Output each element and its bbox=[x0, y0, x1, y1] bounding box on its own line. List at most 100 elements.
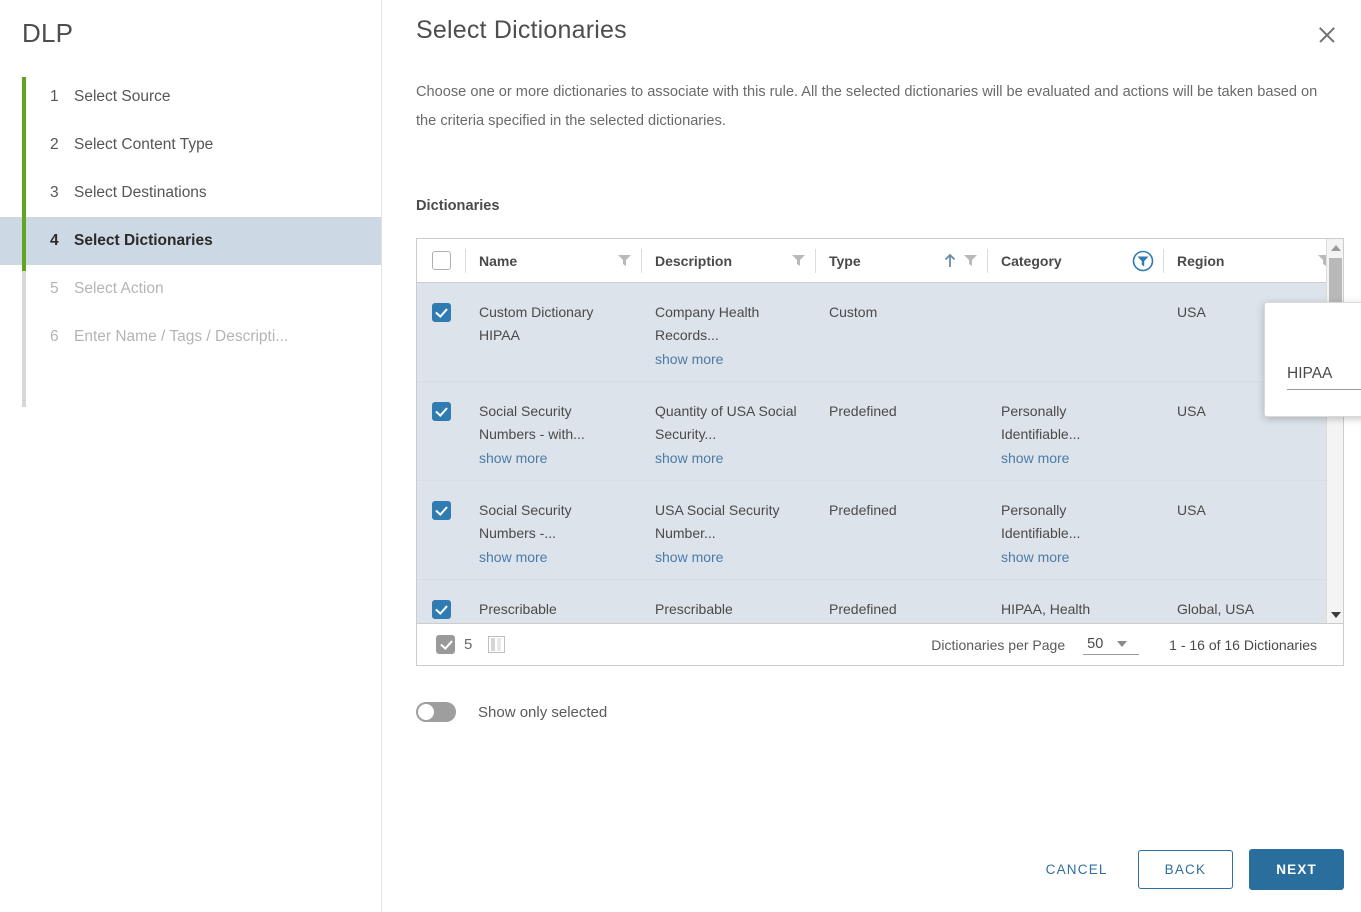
funnel-icon[interactable] bbox=[964, 255, 977, 266]
column-header-type[interactable]: Type bbox=[815, 239, 987, 283]
row-checkbox[interactable] bbox=[431, 600, 451, 619]
show-more-link[interactable]: show more bbox=[479, 546, 627, 569]
show-more-link[interactable]: show more bbox=[655, 348, 801, 371]
row-checkbox[interactable] bbox=[431, 501, 451, 520]
columns-toggle-icon[interactable] bbox=[488, 636, 506, 653]
chevron-down-icon bbox=[1117, 640, 1128, 647]
show-only-selected-toggle[interactable] bbox=[416, 702, 456, 722]
show-more-link[interactable]: show more bbox=[479, 447, 627, 470]
select-all-cell bbox=[417, 239, 465, 283]
cell-name: Social Security Numbers - with... show m… bbox=[465, 382, 641, 480]
category-filter-popup bbox=[1264, 302, 1361, 417]
cell-value: USA bbox=[1177, 403, 1206, 419]
close-icon[interactable] bbox=[1310, 18, 1344, 52]
cell-value: Global, USA bbox=[1177, 601, 1255, 617]
show-only-selected-row: Show only selected bbox=[416, 702, 1344, 722]
show-only-selected-label: Show only selected bbox=[478, 703, 608, 721]
column-label: Category bbox=[1001, 252, 1062, 269]
cell-value: Prescribable bbox=[655, 601, 733, 617]
per-page-value: 50 bbox=[1087, 635, 1104, 652]
cell-value: Quantity of USA Social Security... bbox=[655, 403, 797, 442]
row-select-cell bbox=[417, 580, 465, 623]
cell-value: Personally Identifiable... bbox=[1001, 403, 1081, 442]
per-page-select[interactable]: 50 bbox=[1083, 635, 1140, 655]
row-checkbox[interactable] bbox=[431, 402, 451, 421]
pagination-controls: Dictionaries per Page 50 1 - 16 of 16 Di… bbox=[931, 635, 1343, 655]
selected-count-label: 5 bbox=[464, 636, 473, 653]
row-checkbox[interactable] bbox=[431, 303, 451, 322]
sidebar-step-3[interactable]: 3 Select Destinations bbox=[0, 169, 381, 217]
dlp-wizard: DLP 1 Select Source 2 Select Content Typ… bbox=[0, 0, 1361, 912]
sidebar-step-2[interactable]: 2 Select Content Type bbox=[0, 121, 381, 169]
step-label: Select Source bbox=[74, 88, 171, 105]
toggle-knob bbox=[418, 704, 434, 720]
cell-category bbox=[987, 283, 1163, 381]
table-row[interactable]: Custom Dictionary HIPAA Company Health R… bbox=[417, 283, 1343, 382]
cell-value: Predefined bbox=[829, 601, 897, 617]
cell-type: Predefined bbox=[815, 382, 987, 480]
cell-category: Personally Identifiable... show more bbox=[987, 382, 1163, 480]
cell-value: HIPAA, Health bbox=[1001, 601, 1091, 617]
funnel-active-icon[interactable] bbox=[1132, 250, 1154, 272]
step-label: Enter Name / Tags / Descripti... bbox=[74, 328, 289, 345]
step-label: Select Action bbox=[74, 280, 164, 297]
step-number: 5 bbox=[50, 280, 59, 297]
show-more-link[interactable]: show more bbox=[655, 447, 801, 470]
cell-value: Predefined bbox=[829, 502, 897, 518]
table-row[interactable]: Social Security Numbers -... show more U… bbox=[417, 481, 1343, 580]
sidebar-step-1[interactable]: 1 Select Source bbox=[0, 73, 381, 121]
sidebar-step-4[interactable]: 4 Select Dictionaries bbox=[0, 217, 381, 265]
column-label: Type bbox=[829, 252, 861, 269]
column-header-name[interactable]: Name bbox=[465, 239, 641, 283]
next-button[interactable]: NEXT bbox=[1249, 849, 1344, 890]
category-filter-input[interactable] bbox=[1287, 365, 1361, 390]
cell-value: Company Health Records... bbox=[655, 304, 760, 343]
step-number: 6 bbox=[50, 328, 59, 345]
cell-value: Personally Identifiable... bbox=[1001, 502, 1081, 541]
cell-category: Personally Identifiable... show more bbox=[987, 481, 1163, 579]
step-number: 4 bbox=[50, 232, 59, 249]
column-label: Region bbox=[1177, 252, 1225, 269]
app-title: DLP bbox=[22, 18, 74, 48]
cell-name: Custom Dictionary HIPAA bbox=[465, 283, 641, 381]
step-label: Select Destinations bbox=[74, 184, 207, 201]
cell-value: USA bbox=[1177, 304, 1206, 320]
show-more-link[interactable]: show more bbox=[1001, 447, 1149, 470]
cancel-button[interactable]: CANCEL bbox=[1032, 852, 1122, 887]
table-body: Custom Dictionary HIPAA Company Health R… bbox=[417, 283, 1343, 623]
cell-region: Global, USA bbox=[1163, 580, 1341, 623]
cell-value: Prescribable bbox=[479, 601, 557, 617]
funnel-icon[interactable] bbox=[792, 255, 805, 266]
select-all-checkbox[interactable] bbox=[431, 251, 451, 270]
column-label: Name bbox=[479, 252, 518, 269]
cell-description: Company Health Records... show more bbox=[641, 283, 815, 381]
funnel-icon[interactable] bbox=[618, 255, 631, 266]
cell-value: Custom Dictionary HIPAA bbox=[479, 304, 594, 343]
row-select-cell bbox=[417, 382, 465, 480]
table-row[interactable]: Prescribable Prescribable Predefined HIP… bbox=[417, 580, 1343, 623]
show-more-link[interactable]: show more bbox=[1001, 546, 1149, 569]
column-header-region[interactable]: Region bbox=[1163, 239, 1341, 283]
show-more-link[interactable]: show more bbox=[655, 546, 801, 569]
per-page-label: Dictionaries per Page bbox=[931, 636, 1066, 653]
page-title: Select Dictionaries bbox=[416, 16, 627, 44]
column-header-description[interactable]: Description bbox=[641, 239, 815, 283]
step-label: Select Content Type bbox=[74, 136, 214, 153]
table-row[interactable]: Social Security Numbers - with... show m… bbox=[417, 382, 1343, 481]
column-header-category[interactable]: Category bbox=[987, 239, 1163, 283]
scroll-down-icon[interactable] bbox=[1327, 606, 1344, 623]
sort-ascending-icon[interactable] bbox=[944, 253, 956, 268]
dictionaries-section-label: Dictionaries bbox=[416, 198, 500, 214]
back-button[interactable]: BACK bbox=[1137, 850, 1234, 889]
step-number: 3 bbox=[50, 184, 59, 201]
cell-type: Custom bbox=[815, 283, 987, 381]
wizard-actions: CANCEL BACK NEXT bbox=[1032, 849, 1344, 890]
selected-count-checkbox[interactable] bbox=[436, 635, 455, 654]
table-footer: 5 Dictionaries per Page 50 1 - 16 of 16 … bbox=[417, 623, 1343, 665]
table-scrollbar[interactable] bbox=[1326, 239, 1343, 623]
step-number: 1 bbox=[50, 88, 59, 105]
scroll-up-icon[interactable] bbox=[1327, 239, 1344, 256]
cell-name: Prescribable bbox=[465, 580, 641, 623]
cell-region: USA bbox=[1163, 481, 1341, 579]
panel-header: Select Dictionaries bbox=[416, 0, 1344, 52]
